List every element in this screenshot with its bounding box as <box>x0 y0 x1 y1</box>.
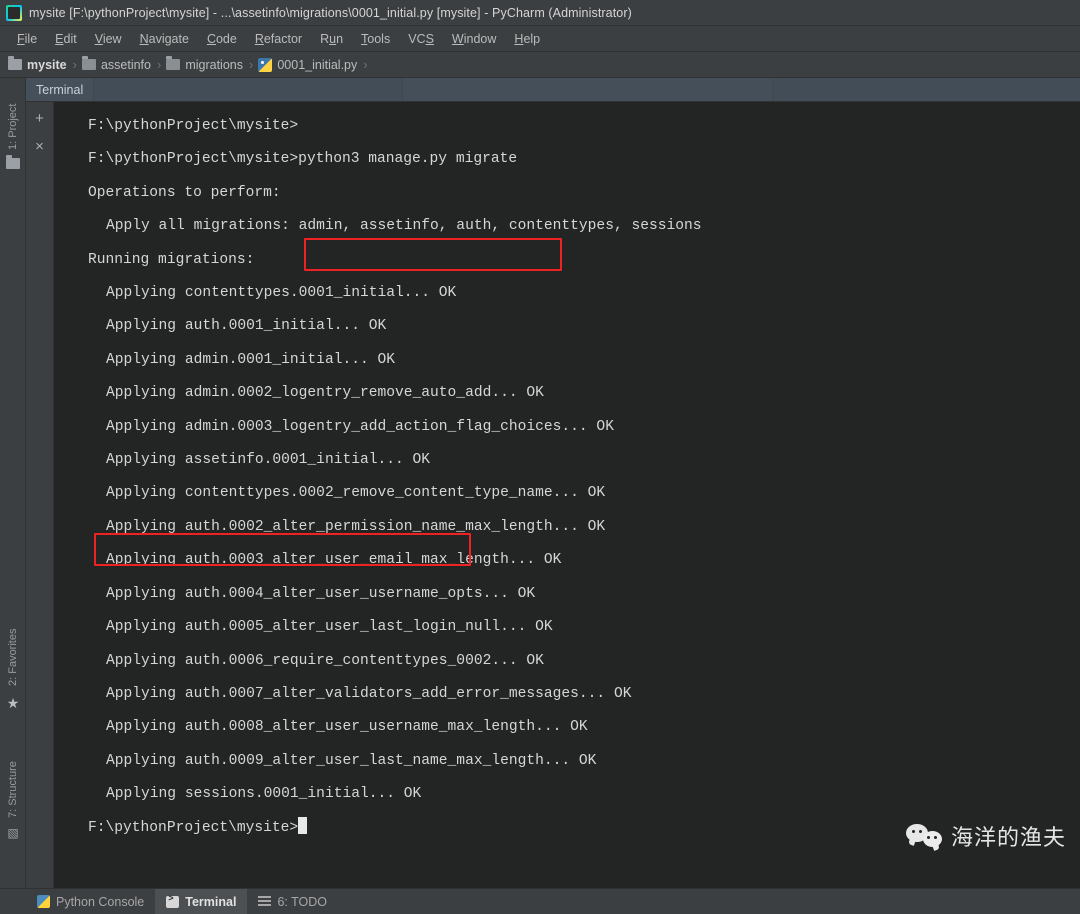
window-title: mysite [F:\pythonProject\mysite] - ...\a… <box>29 5 632 20</box>
terminal-line: Applying contenttypes.0001_initial... OK <box>106 285 457 302</box>
terminal-line: Applying admin.0001_initial... OK <box>106 351 396 368</box>
watermark-text: 海洋的渔夫 <box>950 826 1066 851</box>
terminal-line: Applying auth.0009_alter_user_last_name_… <box>106 752 597 769</box>
breadcrumb-item-assetinfo[interactable]: assetinfo <box>81 56 151 72</box>
menu-item-view[interactable]: View <box>86 29 131 49</box>
tab-terminal[interactable]: Terminal <box>26 78 95 101</box>
menu-bar: File Edit View Navigate Code Refactor Ru… <box>0 26 1080 52</box>
menu-item-run[interactable]: Run <box>311 29 352 49</box>
menu-item-tools[interactable]: Tools <box>352 29 399 49</box>
tab-label: Terminal <box>36 82 84 97</box>
breadcrumb-label: 0001_initial.py <box>277 57 358 72</box>
terminal-line: Applying auth.0002_alter_permission_name… <box>106 518 606 535</box>
breadcrumb-item-mysite[interactable]: mysite <box>8 56 67 72</box>
new-session-button[interactable]: + <box>31 110 49 128</box>
terminal-line: F:\pythonProject\mysite> <box>88 118 299 134</box>
python-file-icon <box>258 57 273 72</box>
breadcrumb-separator: › <box>363 57 368 72</box>
sidebar-item-favorites[interactable]: 2: Favorites <box>0 604 26 690</box>
terminal-caret <box>298 816 308 834</box>
wechat-icon <box>905 823 942 849</box>
breadcrumb-label: assetinfo <box>100 57 151 72</box>
breadcrumb-label: mysite <box>27 57 67 72</box>
watermark: 海洋的渔夫 <box>905 820 1066 852</box>
breadcrumb: mysite › assetinfo › migrations › 0001_i… <box>0 52 1080 78</box>
menu-item-refactor[interactable]: Refactor <box>246 29 311 49</box>
sidebar-item-project[interactable]: 1: Project <box>0 80 26 154</box>
python-console-icon <box>37 895 50 908</box>
status-bar: Python Console Terminal 6: TODO <box>0 888 1080 914</box>
todo-icon <box>258 896 272 907</box>
terminal-header: Terminal <box>26 78 1080 102</box>
pycharm-window: mysite [F:\pythonProject\mysite] - ...\a… <box>0 0 1080 914</box>
menu-item-code[interactable]: Code <box>198 29 246 49</box>
sidebar-item-label: 1: Project <box>7 103 19 150</box>
structure-icon: ▧ <box>7 826 19 840</box>
terminal-header-filler <box>94 78 403 101</box>
menu-item-file[interactable]: File <box>8 29 46 49</box>
terminal-line: Running migrations: <box>88 251 255 268</box>
terminal-line: Apply all migrations: admin, assetinfo, … <box>106 218 702 235</box>
menu-item-navigate[interactable]: Navigate <box>131 29 198 49</box>
breadcrumb-item-migrations[interactable]: migrations <box>166 56 243 72</box>
terminal-line: Applying sessions.0001_initial... OK <box>106 786 422 803</box>
sidebar-item-structure[interactable]: 7: Structure <box>0 730 26 822</box>
terminal-line: Applying assetinfo.0001_initial... OK <box>106 452 431 469</box>
breadcrumb-label: migrations <box>185 57 243 72</box>
status-item-terminal[interactable]: Terminal <box>155 888 248 914</box>
terminal-tool-window: Terminal + × F:\pythonProject\mysite> F:\… <box>26 78 1080 888</box>
status-item-label: Python Console <box>56 894 145 909</box>
terminal-gutter: + × <box>26 102 54 888</box>
terminal-line: Applying auth.0001_initial... OK <box>106 318 387 335</box>
breadcrumb-item-file[interactable]: 0001_initial.py <box>258 57 358 72</box>
terminal-line: Applying auth.0004_alter_user_username_o… <box>106 585 536 602</box>
status-item-todo[interactable]: 6: TODO <box>247 889 338 914</box>
terminal-icon <box>166 894 180 908</box>
menu-item-help[interactable]: Help <box>505 29 549 49</box>
menu-item-edit[interactable]: Edit <box>46 29 86 49</box>
terminal-header-filler <box>402 78 773 101</box>
sidebar-item-label: 2: Favorites <box>7 628 19 686</box>
status-item-python-console[interactable]: Python Console <box>26 889 155 914</box>
close-session-button[interactable]: × <box>31 138 49 156</box>
terminal-line: Applying contenttypes.0002_remove_conten… <box>106 485 606 502</box>
terminal-line: Applying auth.0008_alter_user_username_m… <box>106 719 588 736</box>
terminal-line: Applying auth.0007_alter_validators_add_… <box>106 685 632 702</box>
terminal-line: Applying auth.0005_alter_user_last_login… <box>106 619 553 636</box>
terminal-line: Applying auth.0006_require_contenttypes_… <box>106 652 544 669</box>
terminal-line: F:\pythonProject\mysite>python3 manage.p… <box>88 151 518 168</box>
folder-icon <box>81 56 96 70</box>
star-icon: ★ <box>6 695 20 711</box>
breadcrumb-separator: › <box>249 57 254 72</box>
sidebar-item-label: 7: Structure <box>7 761 19 818</box>
terminal-console[interactable]: F:\pythonProject\mysite> F:\pythonProject… <box>54 102 1080 888</box>
folder-icon <box>6 155 20 169</box>
pycharm-logo-icon <box>6 4 22 21</box>
terminal-line: Operations to perform: <box>88 184 281 201</box>
folder-icon <box>8 56 22 70</box>
status-item-label: 6: TODO <box>277 894 327 909</box>
title-bar: mysite [F:\pythonProject\mysite] - ...\a… <box>0 0 1080 26</box>
menu-item-window[interactable]: Window <box>443 29 505 49</box>
left-tool-strip: 1: Project 2: Favorites ★ 7: Structure ▧ <box>0 78 26 888</box>
terminal-line: Applying admin.0003_logentry_add_action_… <box>106 418 614 435</box>
breadcrumb-separator: › <box>156 57 162 72</box>
folder-icon <box>166 56 181 70</box>
terminal-header-filler <box>772 78 1080 101</box>
menu-item-vcs[interactable]: VCS <box>399 29 443 49</box>
status-item-label: Terminal <box>185 894 237 909</box>
breadcrumb-separator: › <box>72 57 77 72</box>
terminal-line: Applying auth.0003_alter_user_email_max_… <box>106 552 562 569</box>
terminal-body: + × F:\pythonProject\mysite> F:\pythonPro… <box>26 102 1080 888</box>
terminal-line: Applying admin.0002_logentry_remove_auto… <box>106 385 544 402</box>
